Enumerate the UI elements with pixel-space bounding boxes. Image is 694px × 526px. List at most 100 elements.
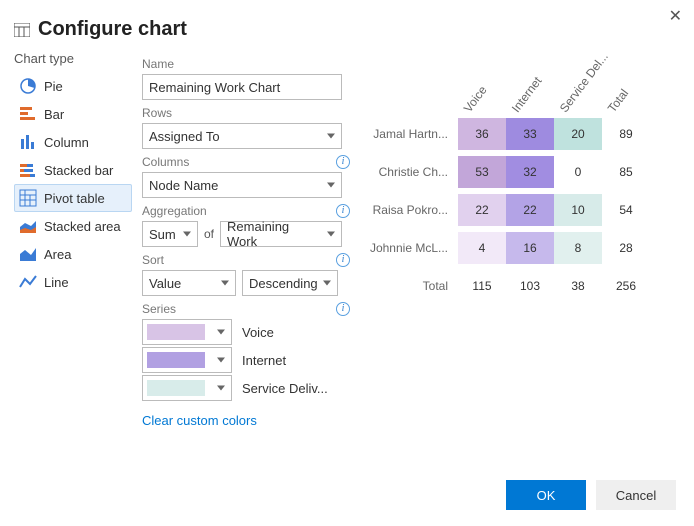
pivot-table-icon <box>18 189 38 207</box>
color-swatch <box>147 352 205 368</box>
pivot-total-row: Total11510338256 <box>368 267 684 305</box>
sort-by-value: Value <box>149 276 181 291</box>
pivot-total-cell: 38 <box>554 270 602 302</box>
chart-type-label: Pie <box>44 79 63 94</box>
series-label: Voice <box>242 325 274 340</box>
pivot-row: Raisa Pokro...22221054 <box>368 191 684 229</box>
info-icon[interactable]: i <box>336 204 350 218</box>
info-icon[interactable]: i <box>336 155 350 169</box>
pivot-cell: 85 <box>602 156 650 188</box>
series-label: Service Deliv... <box>242 381 328 396</box>
info-icon[interactable]: i <box>336 302 350 316</box>
series-color-select[interactable] <box>142 347 232 373</box>
name-label: Name <box>142 57 174 71</box>
series-row: Service Deliv... <box>142 375 350 401</box>
chart-type-stacked-area[interactable]: Stacked area <box>14 212 132 240</box>
stacked-bar-icon <box>18 161 38 179</box>
series-color-select[interactable] <box>142 375 232 401</box>
ok-button[interactable]: OK <box>506 480 586 510</box>
pivot-cell: 28 <box>602 232 650 264</box>
pivot-row: Jamal Hartn...36332089 <box>368 115 684 153</box>
chart-type-label: Column <box>44 135 89 150</box>
pivot-cell: 32 <box>506 156 554 188</box>
pivot-column-header: Internet <box>509 68 549 115</box>
chart-type-header: Chart type <box>14 51 132 66</box>
chart-type-label: Area <box>44 247 71 262</box>
chart-type-label: Stacked bar <box>44 163 113 178</box>
info-icon[interactable]: i <box>336 253 350 267</box>
column-icon <box>18 133 38 151</box>
columns-select-value: Node Name <box>149 178 218 193</box>
chart-type-label: Line <box>44 275 69 290</box>
pivot-cell: 16 <box>506 232 554 264</box>
pivot-cell: 54 <box>602 194 650 226</box>
chart-type-pivot-table[interactable]: Pivot table <box>14 184 132 212</box>
close-icon[interactable]: ✕ <box>669 6 682 26</box>
aggregation-label: Aggregation <box>142 204 207 218</box>
chart-type-stacked-bar[interactable]: Stacked bar <box>14 156 132 184</box>
aggregation-fn-select[interactable]: Sum <box>142 221 198 247</box>
pivot-total-label: Total <box>368 279 458 293</box>
pivot-row-name: Johnnie McL... <box>368 241 458 255</box>
pivot-cell: 53 <box>458 156 506 188</box>
chart-type-label: Bar <box>44 107 64 122</box>
sort-by-select[interactable]: Value <box>142 270 236 296</box>
columns-label: Columns <box>142 155 189 169</box>
pivot-total-cell: 256 <box>602 270 650 302</box>
pivot-cell: 4 <box>458 232 506 264</box>
area-icon <box>18 245 38 263</box>
pivot-cell: 22 <box>458 194 506 226</box>
pivot-total-cell: 103 <box>506 270 554 302</box>
series-row: Voice <box>142 319 350 345</box>
pivot-row-name: Raisa Pokro... <box>368 203 458 217</box>
color-swatch <box>147 380 205 396</box>
dialog-title: Configure chart <box>38 18 187 41</box>
sort-dir-value: Descending <box>249 276 318 291</box>
columns-select[interactable]: Node Name <box>142 172 342 198</box>
chart-type-label: Pivot table <box>44 191 105 206</box>
color-swatch <box>147 324 205 340</box>
chart-type-bar[interactable]: Bar <box>14 100 132 128</box>
pivot-cell: 0 <box>554 156 602 188</box>
series-color-select[interactable] <box>142 319 232 345</box>
rows-select[interactable]: Assigned To <box>142 123 342 149</box>
line-icon <box>18 273 38 291</box>
pivot-row-name: Jamal Hartn... <box>368 127 458 141</box>
pivot-cell: 10 <box>554 194 602 226</box>
pivot-row: Johnnie McL...416828 <box>368 229 684 267</box>
series-row: Internet <box>142 347 350 373</box>
sort-label: Sort <box>142 253 164 267</box>
sort-dir-select[interactable]: Descending <box>242 270 338 296</box>
aggregation-field-select[interactable]: Remaining Work <box>220 221 342 247</box>
chart-type-column[interactable]: Column <box>14 128 132 156</box>
pivot-column-header: Total <box>605 68 645 115</box>
pivot-column-header: Service Del... <box>557 68 597 115</box>
pivot-cell: 36 <box>458 118 506 150</box>
bar-icon <box>18 105 38 123</box>
name-input[interactable] <box>142 74 342 100</box>
aggregation-fn-value: Sum <box>149 227 176 242</box>
rows-label: Rows <box>142 106 172 120</box>
chart-type-area[interactable]: Area <box>14 240 132 268</box>
series-label: Internet <box>242 353 286 368</box>
aggregation-field-value: Remaining Work <box>227 219 321 249</box>
pivot-column-header: Voice <box>461 68 501 115</box>
chart-config-icon <box>14 23 30 37</box>
pivot-cell: 8 <box>554 232 602 264</box>
pivot-cell: 22 <box>506 194 554 226</box>
pivot-row-name: Christie Ch... <box>368 165 458 179</box>
rows-select-value: Assigned To <box>149 129 220 144</box>
chart-type-label: Stacked area <box>44 219 121 234</box>
pivot-cell: 89 <box>602 118 650 150</box>
pie-icon <box>18 77 38 95</box>
pivot-row: Christie Ch...5332085 <box>368 153 684 191</box>
stacked-area-icon <box>18 217 38 235</box>
clear-custom-colors-link[interactable]: Clear custom colors <box>142 413 350 428</box>
chart-type-line[interactable]: Line <box>14 268 132 296</box>
chart-type-pie[interactable]: Pie <box>14 72 132 100</box>
cancel-button[interactable]: Cancel <box>596 480 676 510</box>
series-label: Series <box>142 302 176 316</box>
aggregation-of-label: of <box>204 227 214 241</box>
pivot-cell: 20 <box>554 118 602 150</box>
pivot-total-cell: 115 <box>458 270 506 302</box>
